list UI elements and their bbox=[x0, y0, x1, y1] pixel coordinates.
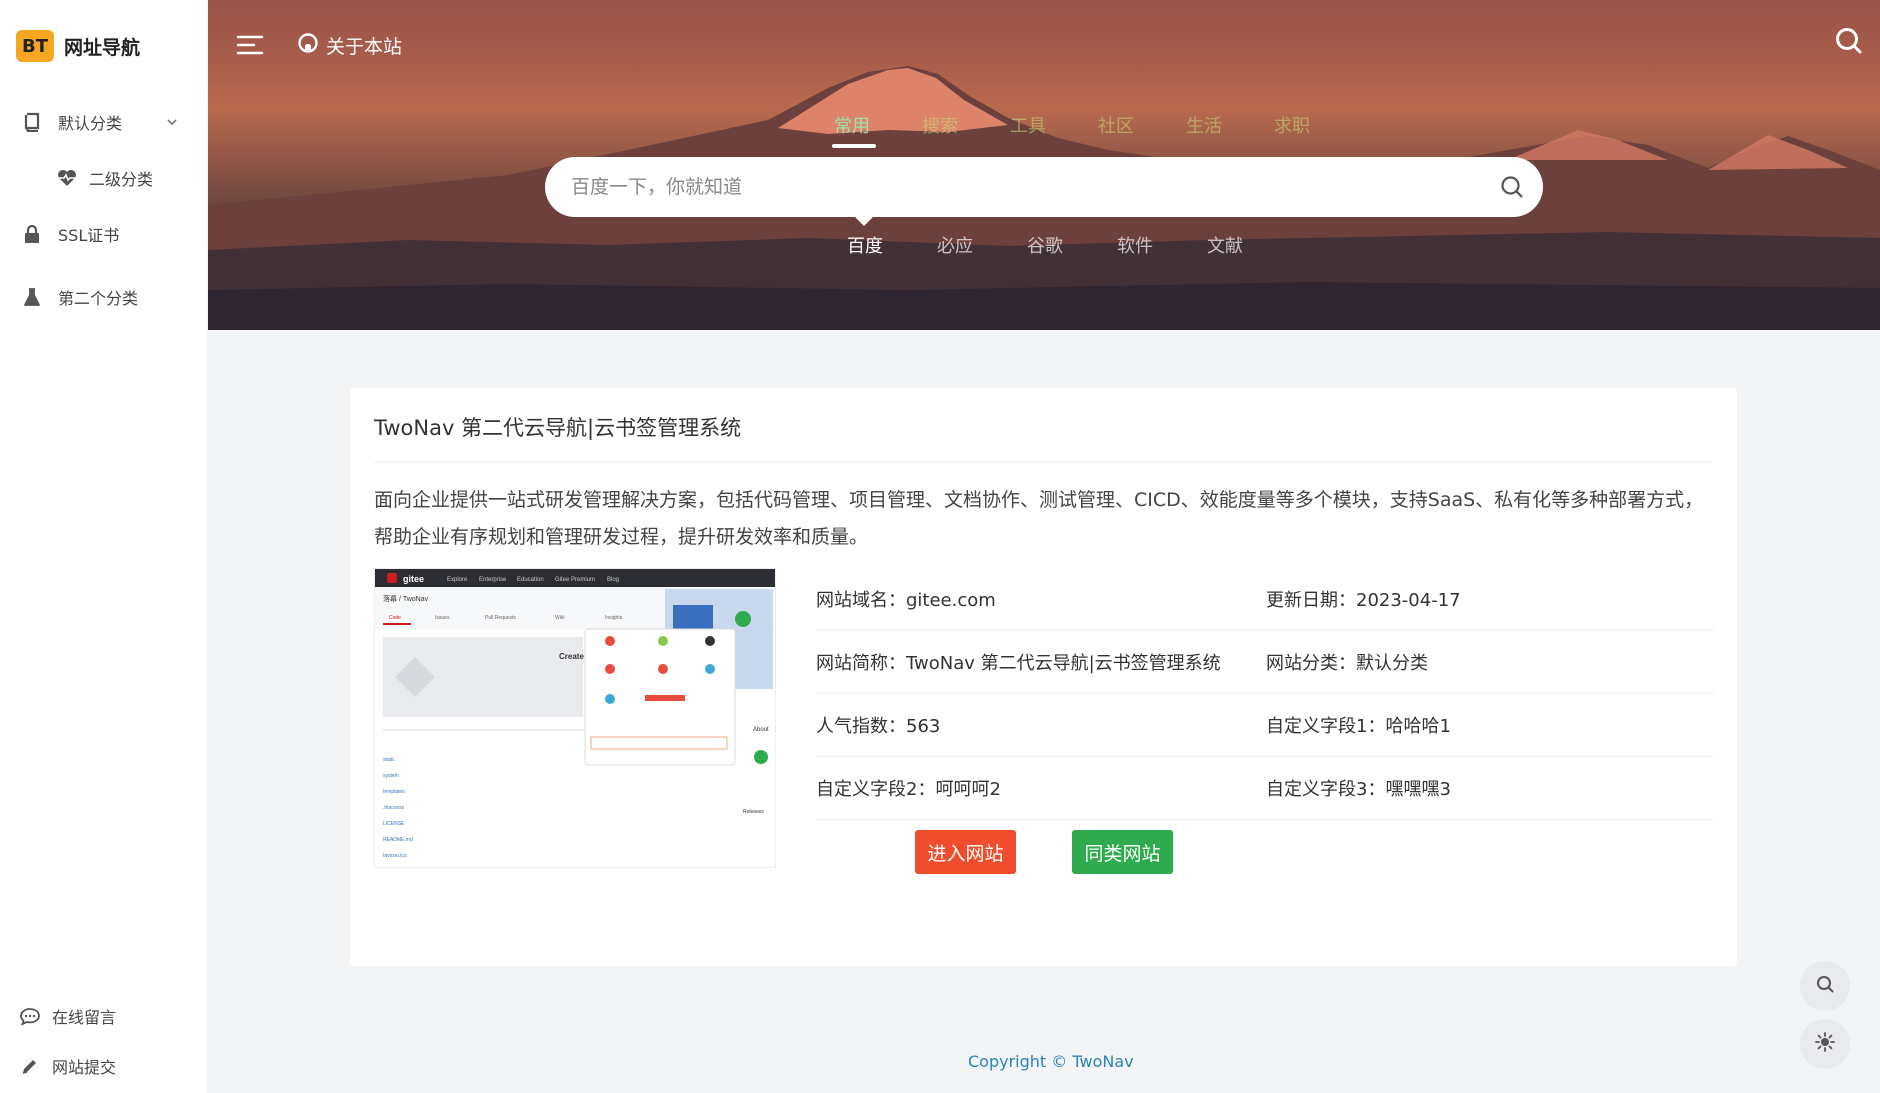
preview-file: favicon.ico bbox=[383, 853, 407, 859]
site-screenshot[interactable]: gitee Explore Enterprise Education Gitee… bbox=[374, 568, 776, 868]
menu-toggle-icon[interactable] bbox=[236, 34, 264, 60]
popularity: 人气指数：563 bbox=[816, 716, 941, 737]
preview-nav-item: Enterprise bbox=[479, 577, 507, 583]
sidebar-item-second-category[interactable]: 第二个分类 bbox=[0, 275, 208, 319]
info-row: 网站域名：gitee.com 更新日期：2023-04-17 bbox=[816, 568, 1714, 631]
preview-about: About bbox=[753, 727, 769, 733]
theme-toggle-button[interactable] bbox=[1800, 1019, 1850, 1069]
preview-file: .htaccess bbox=[383, 805, 405, 811]
search-bar bbox=[545, 157, 1543, 217]
comment-icon bbox=[18, 1006, 42, 1026]
sidebar-item-label: 默认分类 bbox=[58, 114, 123, 133]
update-date: 更新日期：2023-04-17 bbox=[1266, 590, 1461, 611]
preview-file: README.md bbox=[383, 837, 413, 843]
preview-nav-item: Explore bbox=[447, 577, 468, 583]
logo[interactable]: BT 网址导航 bbox=[16, 30, 140, 62]
sidebar-item-default-category[interactable]: 默认分类 bbox=[0, 100, 208, 144]
sun-icon bbox=[1814, 1031, 1836, 1057]
site-detail-card: TwoNav 第二代云导航|云书签管理系统 面向企业提供一站式研发管理解决方案，… bbox=[350, 388, 1737, 966]
search-category-tabs: 常用 搜索 工具 社区 生活 求职 bbox=[808, 112, 1336, 148]
engine-pointer bbox=[854, 216, 874, 226]
search-submit-icon[interactable] bbox=[1499, 174, 1525, 204]
search-input[interactable] bbox=[571, 176, 1451, 198]
search-icon bbox=[1815, 974, 1835, 998]
preview-tab: Pull Requests bbox=[485, 615, 516, 621]
sidebar-item-label: 第二个分类 bbox=[58, 289, 139, 308]
preview-brand: gitee bbox=[403, 574, 424, 584]
engine-bing[interactable]: 必应 bbox=[910, 232, 1000, 258]
hero-banner: 关于本站 常用 搜索 工具 社区 生活 求职 百度 必应 谷歌 软件 文献 bbox=[208, 0, 1880, 330]
engine-software[interactable]: 软件 bbox=[1090, 232, 1180, 258]
heartbeat-icon bbox=[55, 166, 79, 190]
about-link[interactable]: 关于本站 bbox=[298, 32, 402, 59]
book-icon bbox=[20, 110, 44, 134]
sidebar-item-label: 二级分类 bbox=[89, 170, 154, 189]
sidebar: BT 网址导航 默认分类 二级分类 SSL证书 第二个分类 在线留言 网站提交 bbox=[0, 0, 208, 1093]
site-domain: 网站域名：gitee.com bbox=[816, 590, 996, 611]
preview-tab: Insights bbox=[605, 615, 623, 621]
tab-jobs[interactable]: 求职 bbox=[1248, 112, 1336, 148]
about-label: 关于本站 bbox=[326, 36, 403, 58]
preview-nav-item: Gitee Premium bbox=[555, 577, 595, 583]
site-short-name: 网站简称：TwoNav 第二代云导航|云书签管理系统 bbox=[816, 653, 1221, 674]
tab-common[interactable]: 常用 bbox=[808, 112, 896, 148]
site-category: 网站分类：默认分类 bbox=[1266, 653, 1428, 674]
preview-nav-item: Blog bbox=[607, 577, 619, 583]
tab-community[interactable]: 社区 bbox=[1072, 112, 1160, 148]
preview-create: Create bbox=[559, 652, 584, 661]
sidebar-item-ssl[interactable]: SSL证书 bbox=[0, 212, 208, 256]
engine-baidu[interactable]: 百度 bbox=[820, 232, 910, 258]
custom-field-3: 自定义字段3：嘿嘿嘿3 bbox=[1266, 779, 1451, 800]
preview-file: templates bbox=[383, 789, 405, 795]
preview-file: LICENSE bbox=[383, 821, 405, 827]
tab-life[interactable]: 生活 bbox=[1160, 112, 1248, 148]
preview-tab: Wiki bbox=[555, 615, 564, 621]
info-row: 自定义字段2：呵呵呵2 自定义字段3：嘿嘿嘿3 bbox=[816, 757, 1714, 820]
sidebar-item-label: SSL证书 bbox=[58, 226, 120, 245]
copyright: Copyright © TwoNav bbox=[968, 1052, 1134, 1071]
flask-icon bbox=[20, 285, 44, 309]
preview-nav-item: Education bbox=[517, 577, 544, 583]
preview-file: system bbox=[383, 773, 399, 779]
preview-releases: Releases bbox=[743, 809, 764, 815]
site-description: 面向企业提供一站式研发管理解决方案，包括代码管理、项目管理、文档协作、测试管理、… bbox=[374, 489, 1704, 548]
engine-literature[interactable]: 文献 bbox=[1180, 232, 1270, 258]
preview-file: static bbox=[383, 757, 395, 763]
preview-repo: 落幕 / TwoNav bbox=[383, 594, 429, 603]
divider bbox=[374, 462, 1713, 463]
similar-sites-button[interactable]: 同类网站 bbox=[1072, 830, 1173, 874]
search-icon[interactable] bbox=[1834, 26, 1864, 60]
enter-site-button[interactable]: 进入网站 bbox=[915, 830, 1016, 874]
preview-tab: Issues bbox=[435, 615, 450, 621]
floating-search-button[interactable] bbox=[1800, 961, 1850, 1011]
site-title: TwoNav 第二代云导航|云书签管理系统 bbox=[374, 416, 742, 440]
logo-text: 网址导航 bbox=[64, 36, 141, 59]
github-icon bbox=[298, 33, 318, 58]
engine-google[interactable]: 谷歌 bbox=[1000, 232, 1090, 258]
info-row: 人气指数：563 自定义字段1：哈哈哈1 bbox=[816, 694, 1714, 757]
info-row: 网站简称：TwoNav 第二代云导航|云书签管理系统 网站分类：默认分类 bbox=[816, 631, 1714, 694]
sidebar-item-label: 在线留言 bbox=[52, 1008, 117, 1027]
sidebar-item-submit-site[interactable]: 网站提交 bbox=[0, 1046, 208, 1086]
chevron-down-icon[interactable] bbox=[166, 113, 178, 132]
tab-tools[interactable]: 工具 bbox=[984, 112, 1072, 148]
logo-badge: BT bbox=[16, 30, 54, 62]
preview-tab: Code bbox=[389, 615, 401, 621]
custom-field-2: 自定义字段2：呵呵呵2 bbox=[816, 779, 1001, 800]
custom-field-1: 自定义字段1：哈哈哈1 bbox=[1266, 716, 1451, 737]
sidebar-item-message[interactable]: 在线留言 bbox=[0, 996, 208, 1036]
sidebar-item-label: 网站提交 bbox=[52, 1058, 117, 1077]
pencil-icon bbox=[18, 1056, 42, 1076]
lock-icon bbox=[20, 222, 44, 246]
sidebar-item-sub-category[interactable]: 二级分类 bbox=[0, 156, 208, 200]
tab-search[interactable]: 搜索 bbox=[896, 112, 984, 148]
search-engine-tabs: 百度 必应 谷歌 软件 文献 bbox=[820, 232, 1270, 258]
site-info-table: 网站域名：gitee.com 更新日期：2023-04-17 网站简称：TwoN… bbox=[816, 568, 1714, 820]
